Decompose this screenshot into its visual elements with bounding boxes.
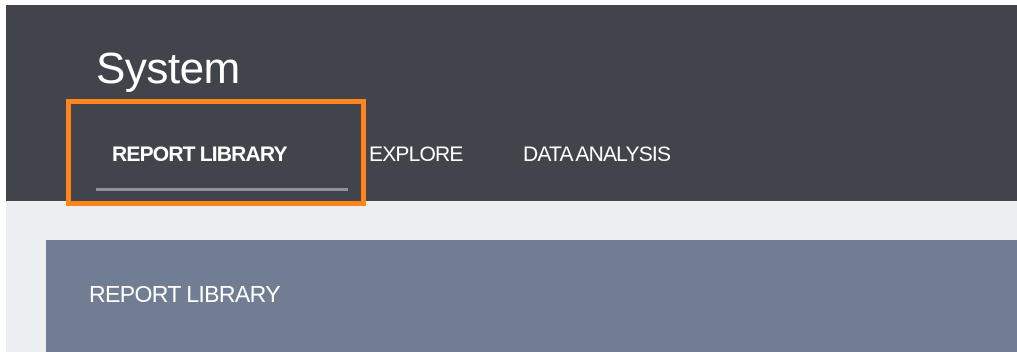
tab-explore[interactable]: EXPLORE (369, 135, 463, 175)
tab-data-analysis[interactable]: DATA ANALYSIS (523, 135, 671, 175)
highlight-annotation-box (66, 99, 366, 206)
page-title: System (96, 44, 240, 93)
report-library-panel-header: REPORT LIBRARY (46, 240, 1017, 352)
app-window: System REPORT LIBRARY EXPLORE DATA ANALY… (6, 5, 1017, 352)
panel-title: REPORT LIBRARY (89, 281, 281, 307)
